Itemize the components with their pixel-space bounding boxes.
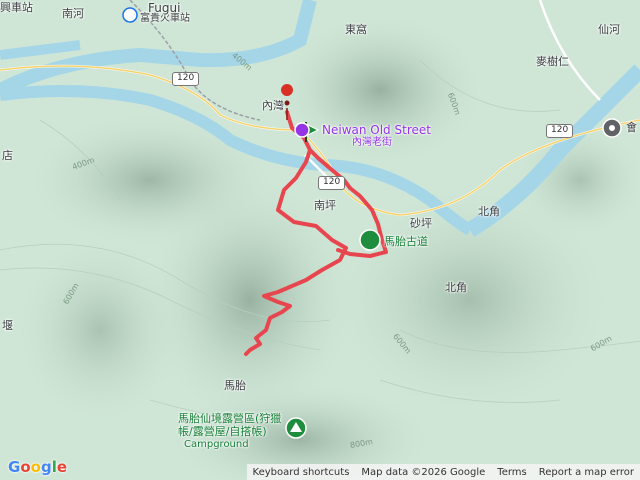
route-120-shield-2: 120 <box>318 176 346 190</box>
google-logo: Google <box>8 458 68 476</box>
keyboard-shortcuts-link[interactable]: Keyboard shortcuts <box>247 467 356 478</box>
route-120-shield-1: 120 <box>172 72 200 86</box>
beijiao-label-1: 北角 <box>478 205 500 218</box>
campground-en-label[interactable]: Campground <box>184 440 249 450</box>
route-120-shield-3: 120 <box>546 124 574 138</box>
campground-zh-label[interactable]: 馬胎仙境露營區(狩獵帳/露營屋/自搭帳) <box>178 412 294 438</box>
yi-label: 堰 <box>2 319 13 332</box>
map-data-attribution: Map data ©2026 Google <box>361 466 486 478</box>
magu-trail-label[interactable]: 馬胎古道 <box>384 236 428 247</box>
map-footer: Keyboard shortcuts Map data ©2026 Google… <box>246 464 640 480</box>
terms-link[interactable]: Terms <box>491 467 532 478</box>
nanping-label: 南坪 <box>314 199 336 212</box>
fugui-en-label[interactable]: Fugui <box>148 2 180 14</box>
beijiao-label-2: 北角 <box>445 281 467 294</box>
matai-label: 馬胎 <box>224 379 246 392</box>
neiwan-old-street-label[interactable]: Neiwan Old Street <box>322 124 431 136</box>
hui-label: 會 <box>626 121 637 134</box>
dongwo-label: 東窩 <box>345 23 367 36</box>
nanhe-label: 南河 <box>62 7 84 20</box>
neiwan-zh-label[interactable]: 內灣老街 <box>352 138 392 148</box>
terrain-layer <box>0 0 640 480</box>
maishuren-label: 麥樹仁 <box>536 55 569 68</box>
report-error-link[interactable]: Report a map error <box>533 467 640 478</box>
neiwan-short-label: 內灣 <box>262 99 284 112</box>
top-left-label: 興車站 <box>0 1 33 14</box>
xianhe-label: 仙河 <box>598 23 620 36</box>
fugui-station-label[interactable]: 富貴火車站 <box>140 14 190 24</box>
shaping-label: 砂坪 <box>410 217 432 230</box>
map-view[interactable]: 興車站 南河 富貴火車站 Fugui 東窩 仙河 麥樹仁 內灣 Neiwan O… <box>0 0 640 480</box>
dian-label: 店 <box>2 149 13 162</box>
